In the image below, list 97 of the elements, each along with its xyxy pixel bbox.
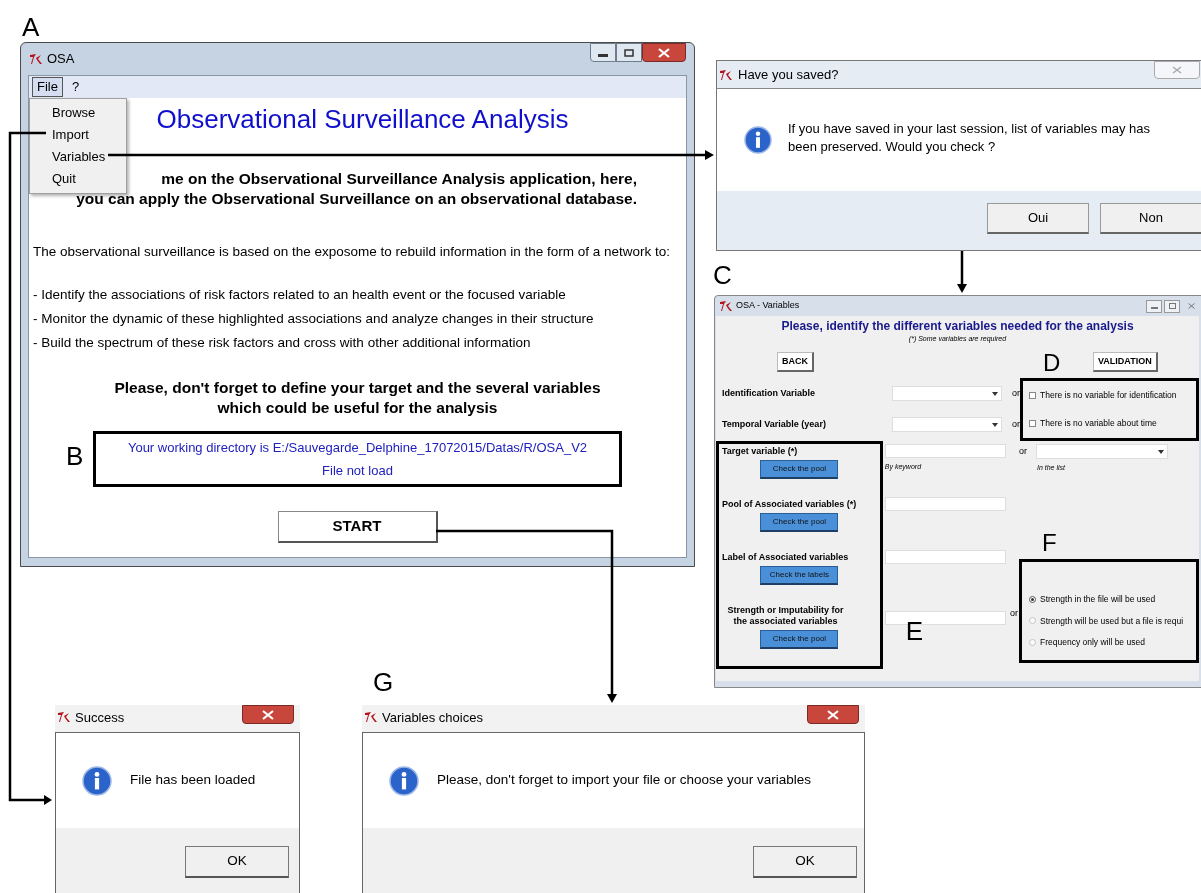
- radio-button[interactable]: [1029, 595, 1036, 603]
- check-button[interactable]: Check the pool: [760, 630, 839, 649]
- menu-option[interactable]: Import: [30, 124, 126, 146]
- directory-text: File not load: [322, 462, 393, 480]
- bullet-text: - Build the spectrum of these risk factors and cross with other additional information: [33, 334, 532, 352]
- maximize-icon: [624, 48, 634, 57]
- close-button[interactable]: [807, 705, 859, 724]
- field-label: Label of Associated variables: [721, 552, 849, 563]
- directory-text: Your working directory is E:/Sauvegarde_Delphine_17072015/Datas/R/OSA_V2: [127, 439, 588, 457]
- dialog-button[interactable]: Oui: [987, 203, 1089, 234]
- field-label: Target variable (*): [721, 446, 798, 457]
- caret-icon: [992, 422, 998, 427]
- info-icon: [744, 126, 772, 154]
- maximize-icon: [1168, 303, 1176, 309]
- window-title: OSA - Variables: [736, 299, 800, 313]
- menu-option[interactable]: Browse: [30, 102, 126, 124]
- menu-item[interactable]: File: [32, 77, 63, 97]
- menu-option[interactable]: Quit: [30, 168, 126, 190]
- panel-label: A: [22, 14, 40, 40]
- caret-icon: [992, 391, 998, 396]
- feather-logo-icon: [29, 53, 43, 65]
- caret-icon: [1158, 449, 1164, 454]
- radio-button[interactable]: [1029, 639, 1036, 647]
- close-button[interactable]: [642, 43, 686, 62]
- validation-button[interactable]: VALIDATION: [1093, 352, 1158, 372]
- text-field[interactable]: [884, 497, 1006, 511]
- panel-label: E: [905, 618, 924, 644]
- checkbox[interactable]: [1029, 391, 1036, 399]
- feather-logo-icon: [57, 711, 71, 723]
- dialog-title: Success: [75, 711, 125, 725]
- radio-label: Strength in the file will be used: [1040, 592, 1156, 606]
- field-label: Strength or Imputability for the associated variables: [726, 605, 845, 627]
- dialog-message: File has been loaded: [130, 771, 256, 790]
- panel-label: G: [373, 669, 394, 695]
- reminder-text: which could be useful for the analysis: [217, 398, 498, 418]
- dropdown-field[interactable]: [1036, 444, 1168, 459]
- panel-label: F: [1042, 531, 1057, 555]
- panel-label: B: [66, 443, 84, 469]
- feather-logo-icon: [719, 68, 733, 81]
- check-button[interactable]: Check the labels: [760, 566, 839, 585]
- close-icon: [1187, 303, 1195, 309]
- radio-button[interactable]: [1029, 617, 1036, 625]
- dropdown-field[interactable]: [892, 417, 1002, 432]
- reminder-text: Please, don't forget to define your target and the several variables: [114, 378, 601, 398]
- close-icon: [262, 709, 274, 720]
- checkbox-label: There is no variable about time: [1040, 417, 1157, 431]
- menu-option[interactable]: Variables: [30, 146, 126, 168]
- dialog-message: Please, don't forget to import your file or choose your variables: [437, 771, 812, 790]
- panel-label: C: [713, 262, 732, 288]
- panel-label: D: [1043, 351, 1061, 375]
- close-icon: [1172, 66, 1182, 74]
- close-icon: [827, 709, 839, 720]
- start-button[interactable]: START: [277, 511, 438, 543]
- check-button[interactable]: Check the pool: [760, 513, 839, 532]
- menu-item[interactable]: ?: [66, 77, 85, 97]
- or-text: or: [1012, 417, 1020, 431]
- checkbox[interactable]: [1029, 420, 1036, 428]
- radio-label: Strength will be used but a file is requi: [1040, 614, 1184, 628]
- bullet-text: - Identify the associations of risk factors related to an health event or the focused variable: [33, 286, 567, 304]
- minimize-icon: [1150, 306, 1158, 309]
- intro-text: The observational surveillance is based on the exposome to rebuild information in the form of a network to:: [33, 243, 672, 261]
- text-field[interactable]: [884, 550, 1006, 564]
- back-button[interactable]: BACK: [777, 352, 814, 372]
- bullet-text: - Monitor the dynamic of these highlighted associations and analyze changes in their structure: [33, 310, 595, 328]
- close-icon: [658, 47, 670, 58]
- welcome-text: you can apply the Observational Surveillance on an observational database.: [76, 189, 637, 209]
- feather-logo-icon: [364, 711, 378, 723]
- or-text: or: [1010, 607, 1019, 620]
- close-button[interactable]: [242, 705, 294, 724]
- app-heading: Observational Surveillance Analysis: [156, 103, 569, 135]
- text-field[interactable]: [884, 444, 1006, 458]
- radio-label: Frequency only will be used: [1040, 636, 1145, 649]
- info-icon: [82, 765, 112, 796]
- dialog-message: If you have saved in your last session, list of variables may has been preserved. Would you check ?: [788, 120, 1151, 156]
- field-label: Pool of Associated variables (*): [721, 499, 857, 510]
- welcome-text: me on the Observational Surveillance Analysis application, here,: [161, 169, 637, 189]
- info-icon: [389, 765, 419, 796]
- or-text: or: [1012, 386, 1020, 400]
- dialog-title: Have you saved?: [738, 65, 839, 84]
- checkbox-label: There is no variable for identification: [1040, 388, 1177, 402]
- window-title: OSA: [47, 50, 75, 69]
- check-button[interactable]: Check the pool: [760, 460, 839, 479]
- maximize-button[interactable]: [1164, 299, 1180, 313]
- dialog-button[interactable]: Non: [1100, 203, 1201, 234]
- maximize-button[interactable]: [616, 43, 642, 62]
- or-text: or: [1019, 444, 1028, 458]
- dropdown-field[interactable]: [892, 386, 1002, 401]
- field-label: Identification Variable: [722, 386, 817, 400]
- field-label: Temporal Variable (year): [722, 417, 827, 431]
- ok-button[interactable]: OK: [753, 846, 857, 878]
- dialog-title: Variables choices: [382, 711, 483, 725]
- minimize-button[interactable]: [590, 43, 616, 62]
- connector-arrow: [957, 251, 967, 293]
- ok-button[interactable]: OK: [185, 846, 289, 878]
- feather-logo-icon: [719, 300, 733, 312]
- form-heading: Please, identify the different variables needed for the analysis: [780, 318, 1135, 334]
- minimize-icon: [598, 54, 608, 57]
